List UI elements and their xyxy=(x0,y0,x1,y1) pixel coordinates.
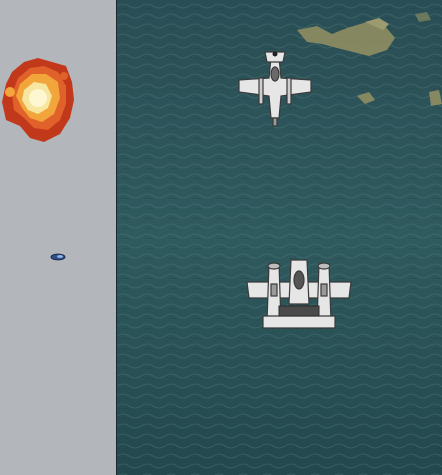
player-fighter-icon xyxy=(246,259,352,329)
explosion-icon xyxy=(2,58,74,142)
enemy-fighter-icon xyxy=(238,51,312,127)
playfield xyxy=(117,0,442,475)
enemy-bullet-icon xyxy=(50,253,66,261)
